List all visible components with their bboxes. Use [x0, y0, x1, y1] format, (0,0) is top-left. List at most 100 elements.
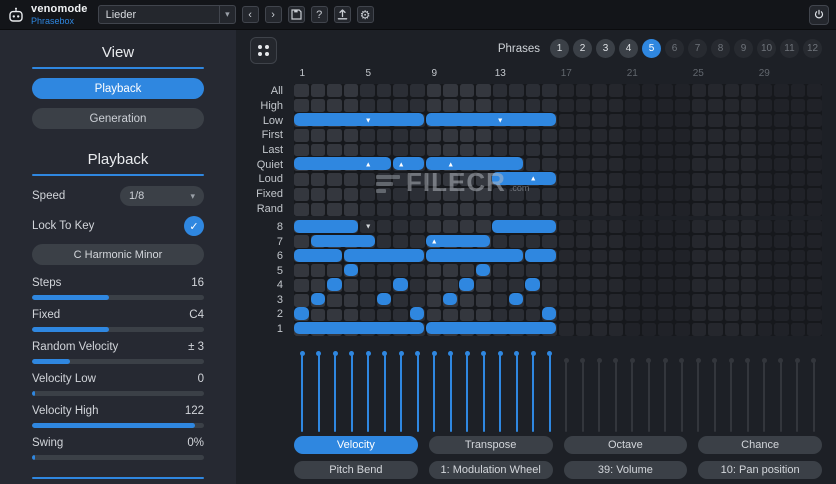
grid-cell[interactable]	[327, 294, 342, 307]
grid-cell[interactable]	[427, 173, 442, 186]
lock-to-key-toggle[interactable]: ✓	[184, 216, 204, 236]
grid-cell[interactable]	[311, 99, 326, 112]
grid-cell[interactable]	[509, 203, 524, 216]
grid-cell[interactable]	[427, 144, 442, 157]
grid-cell[interactable]	[807, 99, 822, 112]
grid-cell[interactable]	[807, 84, 822, 97]
grid-cell[interactable]	[807, 323, 822, 336]
grid-cell[interactable]	[725, 220, 740, 233]
grid-cell[interactable]	[377, 264, 392, 277]
grid-cell[interactable]	[559, 188, 574, 201]
grid-cell[interactable]	[609, 188, 624, 201]
grid-cell[interactable]	[427, 188, 442, 201]
grid-cell[interactable]	[493, 279, 508, 292]
note-2-1[interactable]	[294, 307, 309, 320]
settings-button[interactable]: ⚙	[357, 6, 374, 23]
grid-cell[interactable]	[294, 264, 309, 277]
grid-cell[interactable]	[807, 279, 822, 292]
grid-cell[interactable]	[559, 279, 574, 292]
grid-cell[interactable]	[311, 129, 326, 142]
lane-tab-pitch-bend[interactable]: Pitch Bend	[294, 461, 418, 479]
grid-cell[interactable]	[725, 188, 740, 201]
grid-cell[interactable]	[576, 203, 591, 216]
grid-cell[interactable]	[807, 264, 822, 277]
grid-cell[interactable]	[609, 203, 624, 216]
grid-cell[interactable]	[791, 173, 806, 186]
grid-cell[interactable]	[609, 294, 624, 307]
grid-cell[interactable]	[758, 158, 773, 171]
grid-cell[interactable]	[344, 173, 359, 186]
grid-cell[interactable]	[410, 203, 425, 216]
grid-cell[interactable]	[609, 220, 624, 233]
grid-cell[interactable]	[774, 188, 789, 201]
grid-cell[interactable]	[741, 84, 756, 97]
grid-cell[interactable]	[658, 309, 673, 322]
velocity-column[interactable]	[410, 350, 427, 432]
grid-cell[interactable]	[625, 114, 640, 127]
grid-cell[interactable]	[625, 84, 640, 97]
grid-cell[interactable]	[311, 173, 326, 186]
grid-cell[interactable]	[758, 144, 773, 157]
grid-cell[interactable]	[576, 188, 591, 201]
grid-cell[interactable]	[725, 144, 740, 157]
grid-cell[interactable]	[774, 84, 789, 97]
grid-cell[interactable]	[609, 309, 624, 322]
grid-cell[interactable]	[708, 235, 723, 248]
phrase-slot-1[interactable]: 1	[550, 39, 569, 58]
grid-cell[interactable]	[642, 188, 657, 201]
grid-cell[interactable]	[542, 188, 557, 201]
grid-cell[interactable]	[725, 99, 740, 112]
grid-cell[interactable]	[576, 173, 591, 186]
grid-cell[interactable]	[294, 235, 309, 248]
grid-cell[interactable]	[725, 250, 740, 263]
grid-cell[interactable]	[807, 144, 822, 157]
grid-cell[interactable]	[476, 144, 491, 157]
grid-cell[interactable]	[393, 203, 408, 216]
grid-cell[interactable]	[526, 203, 541, 216]
grid-cell[interactable]	[708, 203, 723, 216]
grid-cell[interactable]	[410, 279, 425, 292]
grid-cell[interactable]	[774, 250, 789, 263]
grid-cell[interactable]	[443, 188, 458, 201]
grid-cell[interactable]	[675, 99, 690, 112]
grid-cell[interactable]	[509, 235, 524, 248]
grid-cell[interactable]	[642, 99, 657, 112]
preset-next-button[interactable]: ›	[265, 6, 282, 23]
velocity-column[interactable]	[773, 350, 790, 432]
grid-cell[interactable]	[642, 250, 657, 263]
grid-cell[interactable]	[658, 220, 673, 233]
grid-cell[interactable]	[476, 99, 491, 112]
velocity-column[interactable]	[608, 350, 625, 432]
grid-cell[interactable]	[360, 84, 375, 97]
grid-cell[interactable]	[692, 129, 707, 142]
grid-cell[interactable]	[807, 250, 822, 263]
grid-cell[interactable]	[592, 323, 607, 336]
grid-cell[interactable]	[708, 309, 723, 322]
grid-cell[interactable]	[592, 279, 607, 292]
power-button[interactable]	[809, 5, 829, 25]
grid-cell[interactable]	[327, 264, 342, 277]
grid-cell[interactable]	[609, 279, 624, 292]
grid-cell[interactable]	[559, 144, 574, 157]
lane-tab-10-pan-position[interactable]: 10: Pan position	[698, 461, 822, 479]
save-preset-button[interactable]	[288, 6, 305, 23]
grid-cell[interactable]	[460, 294, 475, 307]
grid-cell[interactable]	[692, 158, 707, 171]
grid-cell[interactable]	[542, 158, 557, 171]
grid-cell[interactable]	[592, 99, 607, 112]
lane-tab-1-modulation-wheel[interactable]: 1: Modulation Wheel	[429, 461, 553, 479]
grid-cell[interactable]	[393, 129, 408, 142]
note-loud-13[interactable]	[492, 172, 556, 185]
grid-cell[interactable]	[443, 173, 458, 186]
grid-cell[interactable]	[708, 250, 723, 263]
grid-cell[interactable]	[625, 235, 640, 248]
grid-cell[interactable]	[774, 203, 789, 216]
grid-cell[interactable]	[642, 264, 657, 277]
slider-track[interactable]	[32, 327, 204, 332]
grid-cell[interactable]	[791, 264, 806, 277]
grid-cell[interactable]	[576, 309, 591, 322]
velocity-column[interactable]	[674, 350, 691, 432]
grid-cell[interactable]	[692, 144, 707, 157]
grid-cell[interactable]	[576, 250, 591, 263]
grid-cell[interactable]	[658, 294, 673, 307]
